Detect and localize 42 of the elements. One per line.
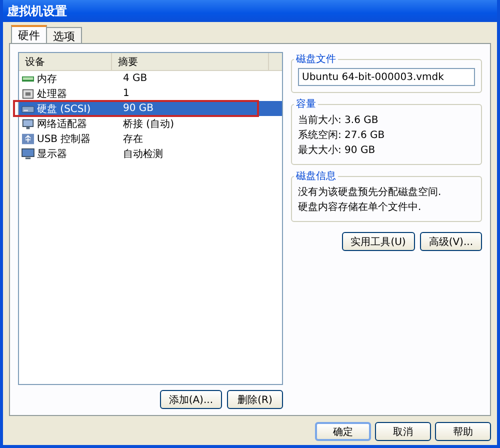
group-title: 磁盘文件: [295, 52, 337, 66]
dialog-button[interactable]: 添加(A)...: [160, 390, 222, 409]
info-text: 硬盘内容存储在单个文件中.: [298, 200, 422, 215]
info-text: 当前大小: 3.6 GB: [298, 114, 380, 128]
table-cell-text: 4 GB: [122, 73, 148, 84]
table-cell-text: 内存: [36, 72, 58, 86]
table-cell-text: USB 控制器: [36, 132, 92, 146]
dialog-button[interactable]: 帮助: [435, 422, 491, 441]
table-cell-text: 桥接 (自动): [122, 118, 174, 130]
device-row[interactable]: 网络适配器 桥接 (自动): [19, 116, 282, 131]
dialog-button[interactable]: 高级(V)...: [420, 232, 482, 251]
usb-icon: [21, 132, 35, 144]
tab[interactable]: 硬件: [11, 25, 47, 43]
tab[interactable]: 选项: [46, 27, 82, 43]
monitor-icon: [21, 148, 35, 160]
table-cell-text: 网络适配器: [36, 118, 88, 130]
table-cell-text: 1: [122, 88, 130, 99]
dialog-button[interactable]: 取消: [375, 422, 431, 441]
device-row[interactable]: 内存 4 GB: [19, 71, 282, 86]
dialog-button[interactable]: 删除(R): [227, 390, 283, 409]
column-header[interactable]: 设备: [19, 53, 112, 70]
info-text: 没有为该硬盘预先分配磁盘空间.: [298, 186, 442, 200]
input-field[interactable]: Ubuntu 64-bit-000003.vmdk: [298, 68, 475, 86]
info-text: 系统空闲: 27.6 GB: [298, 128, 386, 143]
device-row[interactable]: 显示器 自动检测: [19, 146, 282, 161]
group-title: 磁盘信息: [295, 170, 337, 183]
dialog-button[interactable]: 确定: [315, 422, 371, 441]
column-header[interactable]: 摘要: [112, 53, 269, 70]
device-row[interactable]: 处理器 1: [19, 86, 282, 101]
info-text: 最大大小: 90 GB: [298, 144, 376, 158]
network-icon: [21, 118, 35, 130]
dialog-button[interactable]: 实用工具(U): [342, 232, 415, 251]
table-cell-text: 显示器: [36, 148, 68, 160]
chip-icon: [21, 88, 35, 100]
group-title: 容量: [295, 98, 317, 111]
table-cell-text: 存在: [122, 132, 143, 146]
table-cell-text: 处理器: [36, 88, 68, 100]
window-title: 虚拟机设置: [7, 2, 67, 20]
table-cell-text: 90 GB: [122, 103, 154, 114]
device-row[interactable]: USB 控制器 存在: [19, 131, 282, 146]
table-cell-text: 硬盘 (SCSI): [36, 102, 92, 116]
table-cell-text: 自动检测: [122, 148, 163, 160]
